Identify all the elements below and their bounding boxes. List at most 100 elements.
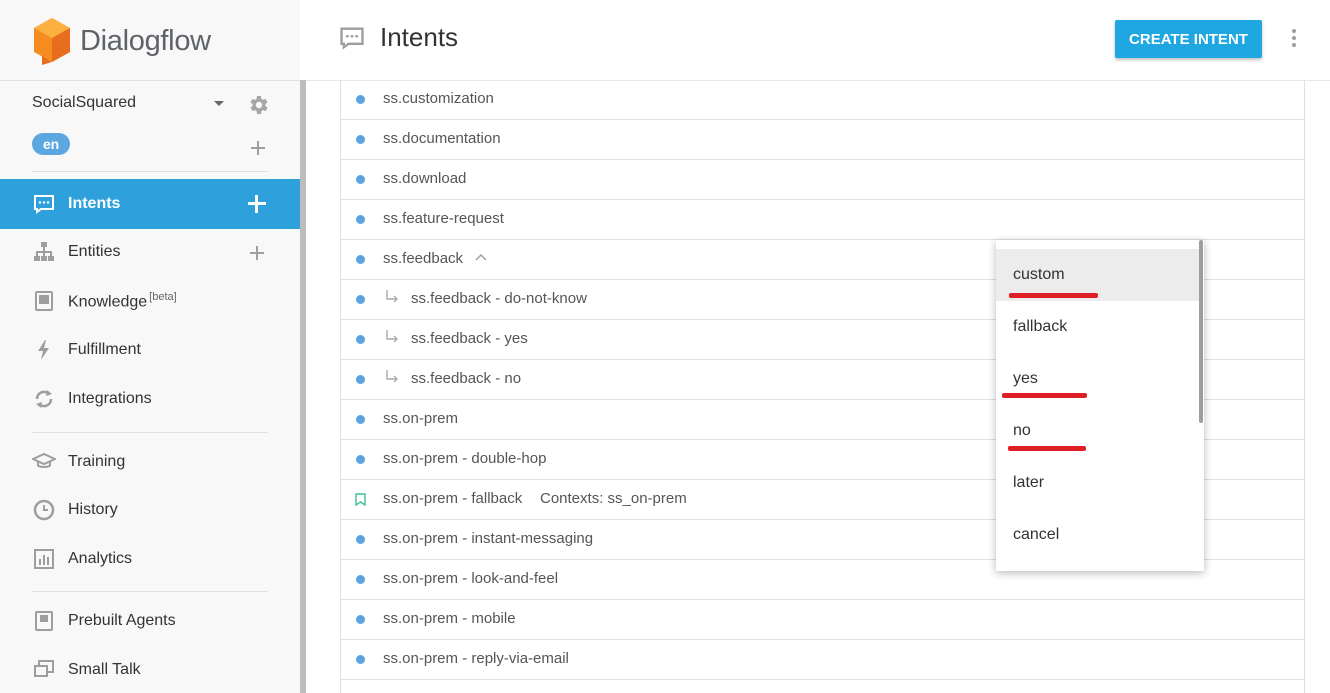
dropdown-option[interactable]: fallback	[996, 301, 1199, 353]
brand[interactable]: Dialogflow	[32, 16, 211, 66]
intent-dot-icon	[356, 175, 365, 184]
subdirectory-arrow-icon	[386, 330, 398, 343]
intent-name[interactable]: ss.feedback - yes	[411, 330, 528, 347]
sidebar-item-label: Fulfillment	[68, 341, 141, 358]
sidebar-item-analytics[interactable]: Analytics	[0, 535, 300, 583]
intent-name[interactable]: ss.documentation	[383, 130, 501, 147]
gear-icon[interactable]	[246, 93, 270, 117]
sidebar-item-label: Analytics	[68, 550, 133, 567]
clock-icon	[33, 499, 55, 521]
intent-name[interactable]: ss.feedback	[383, 250, 463, 267]
autocomplete-dropdown: custom fallback yes no later cancel	[996, 240, 1204, 571]
dropdown-option[interactable]: cancel	[996, 509, 1199, 561]
bookmark-icon	[355, 493, 366, 506]
sidebar-item-label: Intents	[68, 195, 121, 212]
intent-row[interactable]: ss.feature-request	[341, 200, 1304, 240]
intent-dot-icon	[356, 535, 365, 544]
intent-name[interactable]: ss.on-prem - mobile	[383, 610, 516, 627]
sidebar-item-history[interactable]: History	[0, 486, 300, 534]
intent-dot-icon	[356, 615, 365, 624]
sidebar-item-label: Entities	[68, 243, 121, 260]
intent-dot-icon	[356, 255, 365, 264]
divider	[32, 432, 268, 433]
header: Intents CREATE INTENT	[306, 0, 1330, 81]
chevron-up-icon[interactable]	[475, 253, 487, 261]
divider	[0, 80, 300, 81]
add-entity-icon[interactable]	[250, 246, 264, 260]
intent-dot-icon	[356, 335, 365, 344]
sidebar-item-small-talk[interactable]: Small Talk	[0, 646, 300, 693]
page-title: Intents	[380, 22, 459, 52]
create-intent-button[interactable]: CREATE INTENT	[1115, 20, 1262, 58]
dropdown-option-label: cancel	[1013, 526, 1060, 543]
chat-icon	[340, 27, 364, 50]
hierarchy-icon	[34, 242, 54, 261]
intent-row[interactable]: ss.documentation	[341, 120, 1304, 160]
dialogflow-logo-icon	[34, 18, 70, 65]
intent-dot-icon	[356, 295, 365, 304]
intent-name[interactable]: ss.on-prem	[383, 410, 458, 427]
sidebar-item-intents[interactable]: Intents	[0, 179, 300, 229]
divider	[32, 171, 268, 172]
sidebar-item-label: History	[68, 501, 118, 518]
dropdown-option-label: no	[1013, 422, 1031, 439]
sidebar-item-label: Training	[68, 453, 126, 470]
sidebar-item-fulfillment[interactable]: Fulfillment	[0, 326, 300, 374]
intent-dot-icon	[356, 135, 365, 144]
intent-dot-icon	[356, 95, 365, 104]
bolt-icon	[38, 340, 49, 360]
dropdown-option-label: yes	[1013, 370, 1038, 387]
sidebar-item-label: Integrations	[68, 390, 152, 407]
intent-row[interactable]: ss.customization	[341, 80, 1304, 120]
dropdown-scrollbar[interactable]	[1199, 240, 1203, 423]
sidebar-item-label-wrap: Knowledge [beta]	[68, 291, 177, 311]
sidebar-item-label: Knowledge	[68, 293, 148, 311]
add-language-icon[interactable]	[251, 141, 265, 155]
intent-name[interactable]: ss.download	[383, 170, 466, 187]
sidebar-item-prebuilt-agents[interactable]: Prebuilt Agents	[0, 597, 300, 645]
brand-name: Dialogflow	[80, 24, 211, 57]
language-badge[interactable]: en	[32, 133, 70, 155]
chevron-down-icon[interactable]	[214, 101, 224, 106]
agent-selector[interactable]: SocialSquared	[32, 94, 136, 112]
intent-dot-icon	[356, 215, 365, 224]
intent-name[interactable]: ss.feature-request	[383, 210, 504, 227]
intent-dot-icon	[356, 375, 365, 384]
sidebar-item-knowledge[interactable]: Knowledge [beta]	[0, 277, 300, 325]
sidebar-item-training[interactable]: Training	[0, 438, 300, 486]
more-vert-icon[interactable]	[1290, 27, 1298, 49]
intent-contexts: Contexts: ss_on-prem	[540, 490, 687, 507]
agent-book-icon	[35, 611, 53, 631]
chat-icon	[34, 195, 54, 214]
intent-name[interactable]: ss.on-prem - reply-via-email	[383, 650, 569, 667]
graduation-cap-icon	[32, 452, 56, 468]
intent-name[interactable]: ss.on-prem - instant-messaging	[383, 530, 593, 547]
annotation-underline	[1009, 293, 1098, 298]
sidebar-scrollbar[interactable]	[300, 80, 306, 693]
sidebar-item-label: Prebuilt Agents	[68, 612, 176, 629]
intent-name[interactable]: ss.customization	[383, 90, 494, 107]
sidebar: Dialogflow SocialSquared en Intents Enti…	[0, 0, 300, 693]
intent-row[interactable]: ss.on-prem - mobile	[341, 600, 1304, 640]
beta-badge: [beta]	[149, 290, 177, 303]
intent-name[interactable]: ss.feedback - do-not-know	[411, 290, 587, 307]
dropdown-option-label: later	[1013, 474, 1045, 491]
annotation-underline	[1008, 446, 1086, 451]
bar-chart-icon	[34, 549, 54, 569]
dropdown-option-label: custom	[1013, 266, 1065, 283]
sidebar-item-entities[interactable]: Entities	[0, 228, 300, 276]
intent-name[interactable]: ss.on-prem - look-and-feel	[383, 570, 558, 587]
intent-dot-icon	[356, 575, 365, 584]
dropdown-option[interactable]: later	[996, 457, 1199, 509]
intent-dot-icon	[356, 415, 365, 424]
intent-name[interactable]: ss.feedback - no	[411, 370, 521, 387]
intent-name[interactable]: ss.on-prem - fallback	[383, 490, 522, 507]
book-icon	[35, 291, 53, 311]
sync-icon	[35, 390, 53, 408]
sidebar-item-integrations[interactable]: Integrations	[0, 375, 300, 423]
intent-row[interactable]: ss.download	[341, 160, 1304, 200]
dropdown-option-label: fallback	[1013, 318, 1068, 335]
intent-name[interactable]: ss.on-prem - double-hop	[383, 450, 546, 467]
add-intent-icon[interactable]	[248, 195, 266, 213]
intent-row[interactable]: ss.on-prem - reply-via-email	[341, 640, 1304, 680]
